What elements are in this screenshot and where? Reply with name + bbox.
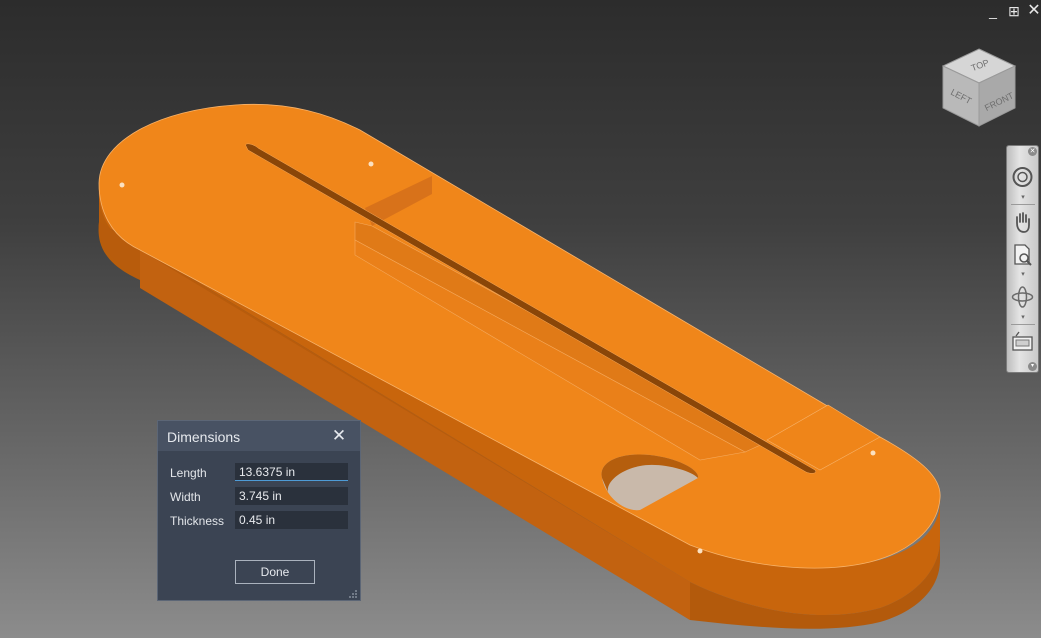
navbar-close-icon[interactable]: ✕ (1028, 147, 1037, 156)
view-cube[interactable]: TOP LEFT FRONT (938, 46, 1020, 132)
close-icon[interactable]: ✕ (1025, 2, 1041, 20)
restore-icon[interactable]: ⊞ (1005, 2, 1023, 20)
navigation-bar: ✕ ▾ ▾ ▾ ▾ (1006, 145, 1039, 373)
chevron-down-icon[interactable]: ▾ (1018, 194, 1028, 201)
look-at-icon[interactable] (1010, 328, 1035, 354)
resize-grip-icon[interactable] (348, 589, 358, 599)
thickness-label: Thickness (170, 514, 225, 528)
done-button[interactable]: Done (235, 560, 315, 584)
length-label: Length (170, 466, 207, 480)
screw-hole (119, 182, 125, 188)
chevron-down-icon[interactable]: ▾ (1018, 271, 1028, 278)
screw-hole (870, 450, 876, 456)
chevron-down-icon[interactable]: ▾ (1018, 314, 1028, 321)
steering-wheel-icon[interactable] (1010, 164, 1035, 190)
dimensions-dialog: Dimensions ✕ Length Width Thickness Done (157, 420, 361, 601)
dialog-header[interactable]: Dimensions ✕ (158, 421, 360, 451)
length-input[interactable] (235, 463, 348, 481)
screw-hole (368, 161, 374, 167)
orbit-icon[interactable] (1010, 284, 1035, 310)
screw-hole (697, 548, 703, 554)
zoom-icon[interactable] (1010, 242, 1035, 268)
dialog-title: Dimensions (167, 429, 241, 445)
pan-icon[interactable] (1010, 209, 1035, 235)
close-icon[interactable]: ✕ (329, 426, 349, 446)
navbar-expand-icon[interactable]: ▾ (1028, 362, 1037, 371)
width-label: Width (170, 490, 201, 504)
thickness-input[interactable] (235, 511, 348, 529)
width-input[interactable] (235, 487, 348, 505)
minimize-icon[interactable]: _ (984, 2, 1002, 20)
